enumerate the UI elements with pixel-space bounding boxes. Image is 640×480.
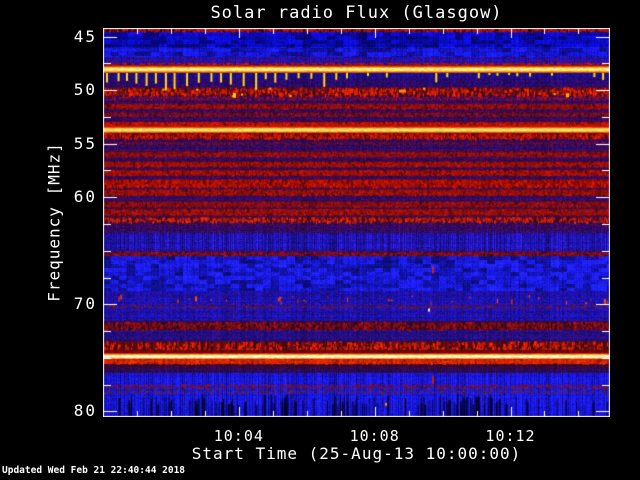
spectrogram-figure: Solar radio Flux (Glasgow) Frequency [MH… (0, 0, 640, 480)
y-tick-label: 60 (74, 187, 97, 207)
x-axis-title: Start Time (25-Aug-13 10:00:00) (103, 444, 610, 463)
spectrogram-canvas (103, 28, 610, 417)
y-tick-label: 50 (74, 80, 97, 100)
y-tick-label: 70 (74, 294, 97, 314)
updated-timestamp: Updated Wed Feb 21 22:40:44 2018 (2, 465, 185, 476)
y-tick-label: 55 (74, 134, 97, 154)
x-tick-label: 10:04 (214, 427, 264, 445)
y-tick-label: 80 (74, 401, 97, 421)
chart-title: Solar radio Flux (Glasgow) (103, 3, 610, 23)
x-tick-label: 10:12 (485, 427, 535, 445)
y-tick-label: 45 (74, 27, 97, 47)
y-tick-labels: 45 50 55 60 70 80 (0, 0, 97, 480)
x-tick-label: 10:08 (350, 427, 400, 445)
